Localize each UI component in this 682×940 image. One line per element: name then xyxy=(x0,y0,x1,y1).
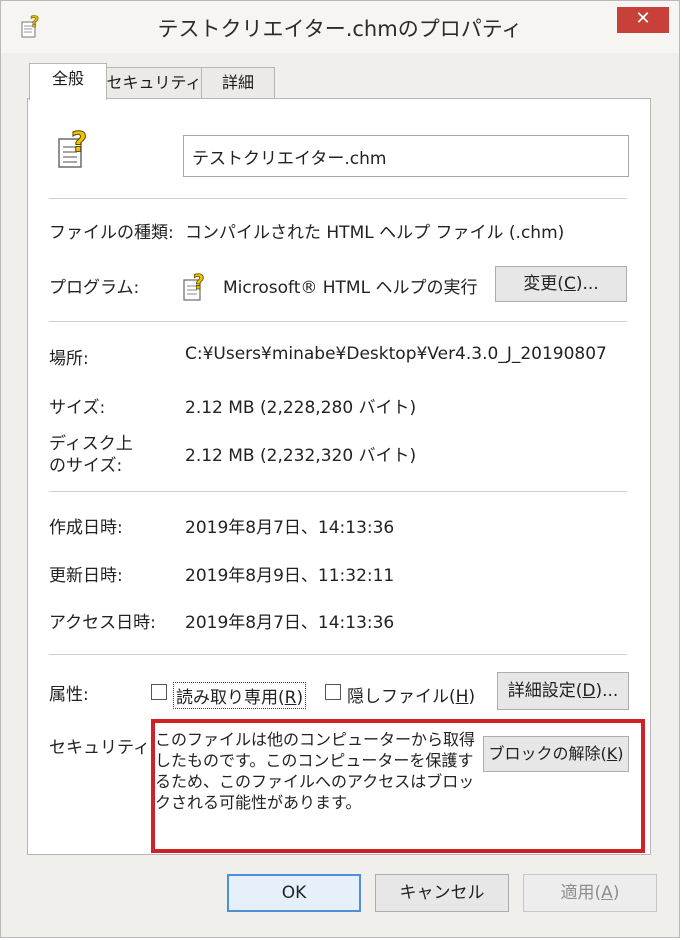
divider xyxy=(49,491,627,492)
change-button-accesskey: C xyxy=(563,274,576,294)
disk-size-value: 2.12 MB (2,232,320 バイト) xyxy=(185,446,417,466)
divider xyxy=(49,654,627,655)
accessed-label: アクセス日時: xyxy=(49,613,156,633)
readonly-checkbox-label[interactable]: 読み取り専用(R) xyxy=(173,682,307,709)
modified-value: 2019年8月9日、11:32:11 xyxy=(185,566,395,586)
tab-security[interactable]: セキュリティ xyxy=(105,67,203,98)
security-highlight-box xyxy=(151,719,645,853)
file-type-label: ファイルの種類: xyxy=(49,223,174,243)
change-program-button[interactable]: 変更(C)... xyxy=(495,266,627,302)
chm-help-program-icon: ? xyxy=(183,270,205,301)
change-button-label: 変更( xyxy=(523,274,564,294)
file-name-field[interactable]: テストクリエイター.chm xyxy=(183,135,629,177)
svg-text:?: ? xyxy=(71,125,87,158)
disk-size-label-line1: ディスク上 xyxy=(49,434,133,454)
tab-details[interactable]: 詳細 xyxy=(201,67,275,98)
svg-text:?: ? xyxy=(193,270,205,294)
ok-button[interactable]: OK xyxy=(227,874,361,912)
window-title: テストクリエイター.chmのプロパティ xyxy=(157,17,523,41)
close-button[interactable]: ✕ xyxy=(617,7,669,33)
properties-dialog: ? テストクリエイター.chmのプロパティ ✕ 全般 セキュリティ 詳細 ? テ… xyxy=(0,0,680,938)
apply-button[interactable]: 適用(A) xyxy=(523,874,657,912)
program-value: Microsoft® HTML ヘルプの実行 xyxy=(223,278,478,298)
readonly-accesskey: R xyxy=(284,688,297,708)
advanced-button-label: 詳細設定( xyxy=(507,681,583,701)
file-type-value: コンパイルされた HTML ヘルプ ファイル (.chm) xyxy=(185,223,565,243)
change-button-label-suffix: )... xyxy=(575,274,599,294)
location-value[interactable]: C:¥Users¥minabe¥Desktop¥Ver4.3.0_J_20190… xyxy=(185,344,631,364)
accessed-value: 2019年8月7日、14:13:36 xyxy=(185,613,395,633)
apply-button-label: 適用( xyxy=(560,883,602,903)
apply-accesskey: A xyxy=(601,883,613,903)
attributes-label: 属性: xyxy=(49,685,89,705)
size-label: サイズ: xyxy=(49,398,106,418)
hidden-label-suffix: ) xyxy=(468,687,476,707)
advanced-button[interactable]: 詳細設定(D)... xyxy=(497,672,629,710)
divider xyxy=(49,321,627,322)
disk-size-label-line2: のサイズ: xyxy=(49,456,123,476)
program-label: プログラム: xyxy=(49,278,140,298)
cancel-button[interactable]: キャンセル xyxy=(375,874,509,912)
created-value: 2019年8月7日、14:13:36 xyxy=(185,518,395,538)
location-label: 場所: xyxy=(49,349,89,369)
size-value: 2.12 MB (2,228,280 バイト) xyxy=(185,398,417,418)
disk-size-label: ディスク上 のサイズ: xyxy=(49,433,133,477)
hidden-checkbox-label[interactable]: 隠しファイル(H) xyxy=(347,682,475,707)
divider xyxy=(49,198,627,199)
advanced-button-label-suffix: )... xyxy=(595,681,619,701)
readonly-label-suffix: ) xyxy=(296,688,304,708)
hidden-label-text: 隠しファイル( xyxy=(347,687,456,707)
created-label: 作成日時: xyxy=(49,518,123,538)
chm-help-file-icon: ? xyxy=(58,125,88,168)
readonly-checkbox[interactable] xyxy=(151,684,167,700)
modified-label: 更新日時: xyxy=(49,566,123,586)
title-bar[interactable]: ? テストクリエイター.chmのプロパティ ✕ xyxy=(1,1,679,53)
tab-general[interactable]: 全般 xyxy=(29,63,107,100)
apply-button-label-suffix: ) xyxy=(612,883,620,903)
security-label: セキュリティ: xyxy=(49,738,156,758)
hidden-checkbox[interactable] xyxy=(325,684,341,700)
hidden-accesskey: H xyxy=(455,687,469,707)
close-icon: ✕ xyxy=(635,8,651,29)
advanced-accesskey: D xyxy=(582,681,596,701)
readonly-label-text: 読み取り専用( xyxy=(176,688,285,708)
